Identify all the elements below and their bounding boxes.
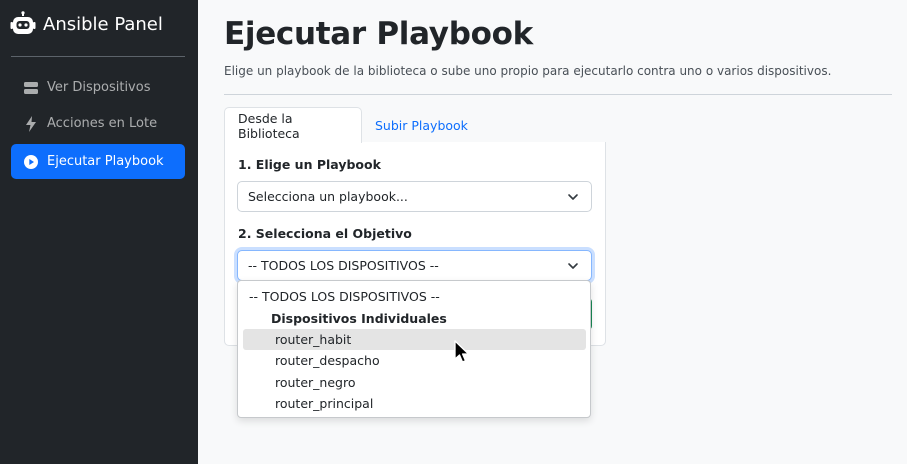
header-divider bbox=[224, 94, 892, 95]
tab-subir-playbook[interactable]: Subir Playbook bbox=[362, 107, 481, 143]
option-router-principal[interactable]: router_principal bbox=[243, 393, 586, 414]
sidebar-item-ver-dispositivos[interactable]: Ver Dispositivos bbox=[11, 70, 185, 105]
chevron-down-icon bbox=[568, 194, 578, 200]
sidebar-item-label: Ver Dispositivos bbox=[47, 80, 151, 95]
database-icon bbox=[23, 80, 39, 96]
target-dropdown-list: -- TODOS LOS DISPOSITIVOS -- Dispositivo… bbox=[237, 280, 591, 418]
target-label: 2. Selecciona el Objetivo bbox=[238, 226, 412, 241]
option-router-despacho[interactable]: router_despacho bbox=[243, 350, 586, 371]
playbook-select-value: Selecciona un playbook... bbox=[248, 189, 408, 204]
target-select[interactable]: -- TODOS LOS DISPOSITIVOS -- bbox=[237, 250, 592, 281]
tab-desde-la-biblioteca[interactable]: Desde la Biblioteca bbox=[224, 107, 362, 143]
sidebar-item-acciones-en-lote[interactable]: Acciones en Lote bbox=[11, 106, 185, 141]
lightning-icon bbox=[23, 115, 39, 132]
robot-icon bbox=[10, 11, 36, 34]
playbook-select[interactable]: Selecciona un playbook... bbox=[237, 181, 592, 212]
sidebar-item-label: Ejecutar Playbook bbox=[47, 154, 164, 169]
sidebar-item-ejecutar-playbook[interactable]: Ejecutar Playbook bbox=[11, 144, 185, 179]
sidebar-divider bbox=[11, 56, 185, 57]
chevron-down-icon bbox=[568, 263, 578, 269]
option-all-devices[interactable]: -- TODOS LOS DISPOSITIVOS -- bbox=[243, 286, 586, 307]
page-title: Ejecutar Playbook bbox=[224, 16, 533, 52]
sidebar: Ansible Panel Ver Dispositivos Acciones … bbox=[0, 0, 198, 464]
option-router-habit[interactable]: router_habit bbox=[243, 329, 586, 350]
page-subtitle: Elige un playbook de la biblioteca o sub… bbox=[224, 64, 832, 78]
option-router-negro[interactable]: router_negro bbox=[243, 372, 586, 393]
optgroup-label: Dispositivos Individuales bbox=[271, 311, 447, 326]
brand[interactable]: Ansible Panel bbox=[10, 10, 163, 38]
target-select-value: -- TODOS LOS DISPOSITIVOS -- bbox=[248, 258, 439, 273]
mouse-cursor-icon bbox=[454, 340, 470, 363]
play-circle-icon bbox=[23, 154, 39, 170]
playbook-label: 1. Elige un Playbook bbox=[238, 157, 381, 172]
brand-title: Ansible Panel bbox=[43, 13, 163, 35]
sidebar-item-label: Acciones en Lote bbox=[47, 116, 158, 131]
